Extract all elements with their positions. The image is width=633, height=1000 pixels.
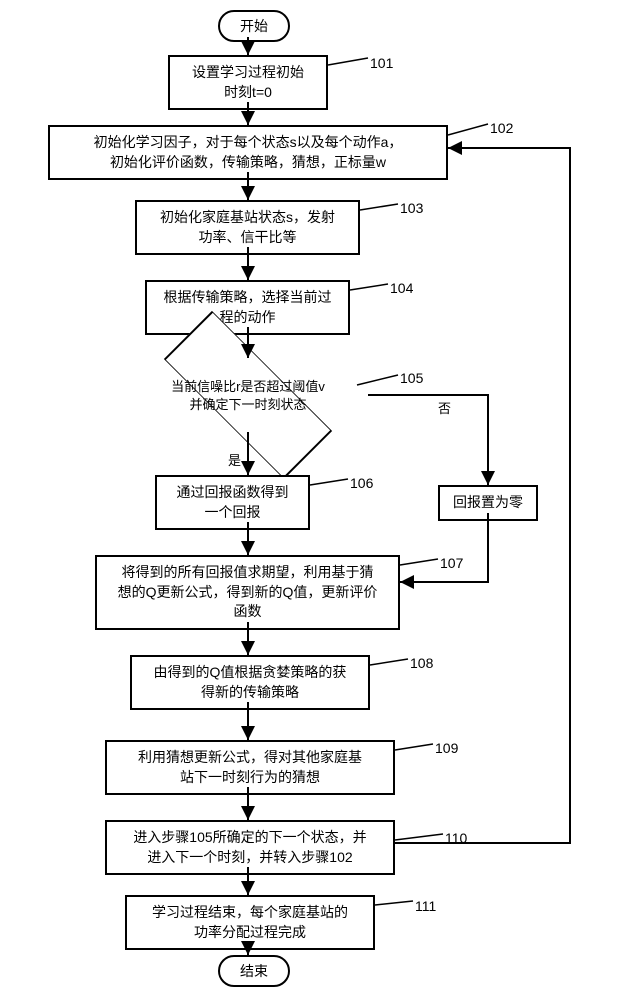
step-106b-text: 回报置为零 [453, 494, 523, 510]
step-109: 利用猜想更新公式，得对其他家庭基站下一时刻行为的猜想 [105, 740, 395, 795]
step-105-decision: 当前信噪比r是否超过阈值v并确定下一时刻状态 [128, 355, 368, 435]
step-110-text: 进入步骤105所确定的下一个状态，并进入下一个时刻，并转入步骤102 [133, 829, 366, 865]
step-104-text: 根据传输策略，选择当前过程的动作 [164, 289, 332, 325]
ref-108: 108 [410, 655, 433, 671]
step-107-text: 将得到的所有回报值求期望，利用基于猜想的Q更新公式，得到新的Q值，更新评价函数 [118, 564, 378, 619]
step-103: 初始化家庭基站状态s，发射功率、信干比等 [135, 200, 360, 255]
ref-101: 101 [370, 55, 393, 71]
ref-102: 102 [490, 120, 513, 136]
decision-no: 否 [438, 398, 451, 417]
ref-105: 105 [400, 370, 423, 386]
ref-110: 110 [445, 830, 467, 846]
step-102-text: 初始化学习因子，对于每个状态s以及每个动作a，初始化评价函数，传输策略，猜想，正… [94, 134, 403, 170]
ref-106: 106 [350, 475, 373, 491]
step-108: 由得到的Q值根据贪婪策略的获得新的传输策略 [130, 655, 370, 710]
ref-103: 103 [400, 200, 423, 216]
step-101-text: 设置学习过程初始时刻t=0 [192, 64, 304, 100]
step-109-text: 利用猜想更新公式，得对其他家庭基站下一时刻行为的猜想 [138, 749, 362, 785]
ref-107: 107 [440, 555, 463, 571]
step-111: 学习过程结束，每个家庭基站的功率分配过程完成 [125, 895, 375, 950]
start-terminator: 开始 [218, 10, 290, 42]
end-terminator: 结束 [218, 955, 290, 987]
step-110: 进入步骤105所确定的下一个状态，并进入下一个时刻，并转入步骤102 [105, 820, 395, 875]
step-102: 初始化学习因子，对于每个状态s以及每个动作a，初始化评价函数，传输策略，猜想，正… [48, 125, 448, 180]
step-106-text: 通过回报函数得到一个回报 [177, 484, 289, 520]
step-107: 将得到的所有回报值求期望，利用基于猜想的Q更新公式，得到新的Q值，更新评价函数 [95, 555, 400, 630]
ref-111: 111 [415, 898, 436, 914]
ref-104: 104 [390, 280, 413, 296]
step-111-text: 学习过程结束，每个家庭基站的功率分配过程完成 [152, 904, 348, 940]
ref-109: 109 [435, 740, 458, 756]
step-104: 根据传输策略，选择当前过程的动作 [145, 280, 350, 335]
step-101: 设置学习过程初始时刻t=0 [168, 55, 328, 110]
step-108-text: 由得到的Q值根据贪婪策略的获得新的传输策略 [154, 664, 347, 700]
decision-yes: 是 [228, 450, 241, 469]
step-106b: 回报置为零 [438, 485, 538, 521]
step-106: 通过回报函数得到一个回报 [155, 475, 310, 530]
step-103-text: 初始化家庭基站状态s，发射功率、信干比等 [160, 209, 335, 245]
step-105-text: 当前信噪比r是否超过阈值v并确定下一时刻状态 [128, 378, 368, 414]
